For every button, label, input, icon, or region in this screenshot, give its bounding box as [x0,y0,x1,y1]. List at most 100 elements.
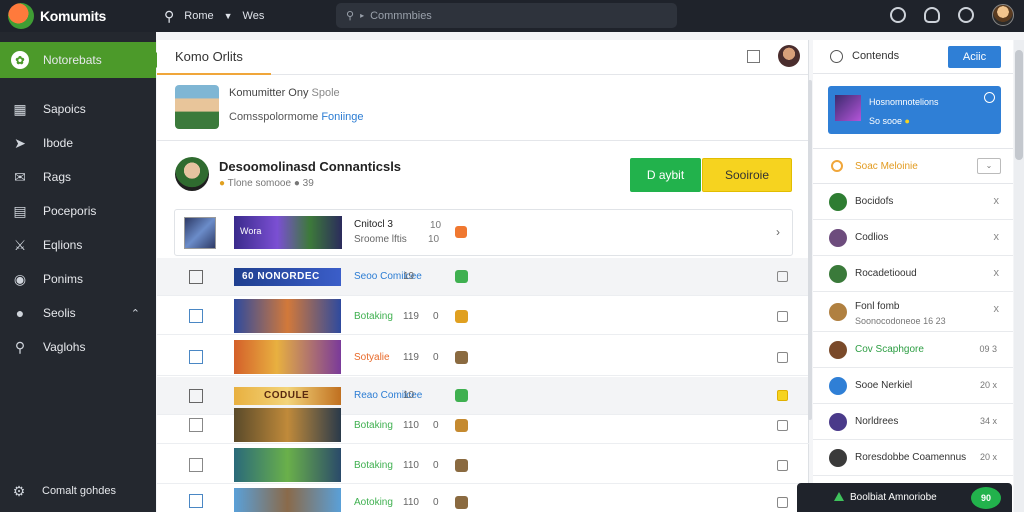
group-avatar[interactable] [175,157,209,191]
row-status-icon [455,496,468,509]
brand[interactable]: Komumits [0,3,156,29]
sidebar-item-5[interactable]: ⚔ Eqlions [0,228,156,262]
table-row[interactable]: Botaking 119 0 [157,297,809,335]
row-checkbox[interactable] [189,494,203,508]
sidebar-item-1[interactable]: ▦ Sapoics [0,92,156,126]
row-action-icon[interactable] [777,460,788,471]
scrollbar-thumb[interactable] [1015,50,1023,160]
sidebar-item-6[interactable]: ◉ Ponims [0,262,156,296]
filter-dropdown[interactable]: ⌄ [977,158,1001,174]
row-checkbox[interactable] [189,418,203,432]
info-icon[interactable] [984,92,995,103]
row-label[interactable]: Botaking [354,311,393,322]
profile-name: Komumitter Ony Spole [229,87,340,99]
list-item[interactable]: Codlios x [813,220,1013,256]
row-checkbox[interactable] [189,309,203,323]
main-scrollbar[interactable] [808,80,812,420]
avatar[interactable] [778,45,800,67]
row-label[interactable]: Botaking [354,460,393,471]
row-count: 110 [403,497,419,508]
profile-image[interactable] [175,85,219,129]
table-row[interactable]: 60 NONORDEC Seoo Comiicee 19 [157,258,809,296]
list-item[interactable]: Cov Scaphgore 09 3 [813,332,1013,368]
row-action-icon[interactable] [777,311,788,322]
row-label[interactable]: Botaking [354,420,393,431]
contact-count: 20 x [979,452,997,462]
add-contact-button[interactable]: Aciic [948,46,1001,68]
notification-card[interactable]: Hosnomnotelions So sooe ● [828,86,1001,134]
top-nav-item[interactable]: Rome [184,10,213,22]
row-action-icon[interactable] [777,497,788,508]
chat-bar-label: Boolbiat Amnoriobe [850,492,937,503]
list-item[interactable]: Rocadetiooud x [813,256,1013,292]
contacts-panel: Contends Aciic Hosnomnotelions So sooe ●… [813,40,1013,512]
contacts-title: Contends [852,50,900,62]
avatar[interactable] [992,4,1014,26]
row-action-icon[interactable] [777,352,788,363]
chat-icon[interactable] [958,7,974,23]
row-checkbox[interactable] [189,350,203,364]
expand-icon[interactable] [747,50,760,63]
page-scrollbar[interactable] [1014,40,1024,512]
list-item[interactable]: Roresdobbe Coamennus 20 x [813,440,1013,476]
emoji-icon: ● [904,116,910,126]
row-checkbox[interactable] [189,270,203,284]
shield-icon[interactable] [890,7,906,23]
row-thumbnail [234,408,341,442]
sidebar-item-0[interactable]: ✿ Notorebats [0,42,164,78]
row-action-icon[interactable] [777,271,788,282]
sidebar-item-3[interactable]: ✉ Rags [0,160,156,194]
close-icon[interactable]: x [994,303,1000,315]
list-item[interactable]: Sooe Nerkiel 20 x [813,368,1013,404]
list-item[interactable]: Norldrees 34 x [813,404,1013,440]
row-action-icon[interactable] [777,390,788,401]
row-thumbnail [234,488,341,512]
sidebar-item-2[interactable]: ➤ Ibode [0,126,156,160]
row-thumbnail: CODULE [234,387,341,405]
contact-search[interactable]: Soac Meloinie ⌄ [813,148,1013,184]
table-row[interactable]: Botaking 110 0 [157,406,809,444]
row-checkbox[interactable] [189,389,203,403]
list-item[interactable]: Fonl fomb Soonocodoneoe 16 23 x [813,292,1013,332]
sidebar-item-label: Vaglohs [43,340,86,354]
chevron-down-icon[interactable]: ▼ [224,11,233,21]
page-title[interactable]: Komo Orlits [175,49,243,64]
row-label[interactable]: Aotoking [354,497,393,508]
featured-item[interactable]: Wora Cnitocl 3 Sroome lftis 10 10 › [174,209,793,256]
rocket-icon: ➤ [14,134,26,151]
table-row[interactable]: Sotyalie 119 0 [157,338,809,376]
sidebar-item-4[interactable]: ▤ Poceporis [0,194,156,228]
chevron-right-icon[interactable]: › [776,225,780,239]
user-icon[interactable] [924,7,940,23]
profile-link[interactable]: Foniinge [321,111,363,123]
row-count: 110 [403,460,419,471]
globe-icon: ◉ [13,270,27,287]
contact-search-text: Soac Meloinie [855,161,918,172]
chat-bar[interactable]: Boolbiat Amnoriobe 90 [797,483,1012,512]
avatar [829,413,847,431]
table-row[interactable]: Aotoking 110 0 [157,484,809,512]
search-input[interactable]: ⚲ ▸ Commmbies [336,3,677,28]
close-icon[interactable]: x [994,267,1000,279]
row-checkbox[interactable] [189,458,203,472]
chat-badge[interactable]: 90 [971,487,1001,509]
sidebar-item-7[interactable]: ● Seolis ⌃ [0,296,156,330]
close-icon[interactable]: x [994,231,1000,243]
row-action-icon[interactable] [777,420,788,431]
contact-count: 09 3 [979,344,997,354]
row-thumbnail-text: CODULE [264,390,310,401]
table-row[interactable]: Botaking 110 0 [157,446,809,484]
chevron-up-icon[interactable]: ⌃ [131,307,140,320]
contact-name: Sooe Nerkiel [855,380,913,391]
yellow-action-button[interactable]: Sooiroie [702,158,792,192]
top-nav-item-2[interactable]: Wes [243,10,265,22]
list-item[interactable]: Bocidofs x [813,184,1013,220]
row-label[interactable]: Sotyalie [354,352,390,363]
green-action-button[interactable]: D aybit [630,158,701,192]
sidebar-item-8[interactable]: ⚲ Vaglohs [0,330,156,364]
close-icon[interactable]: x [994,195,1000,207]
sidebar-item-label: Seolis [43,306,76,320]
top-nav: ⚲ Rome ▼ Wes [164,8,264,25]
sidebar-settings[interactable]: ⚙ Comalt gohdes [0,476,156,506]
search-icon[interactable]: ⚲ [164,8,174,25]
